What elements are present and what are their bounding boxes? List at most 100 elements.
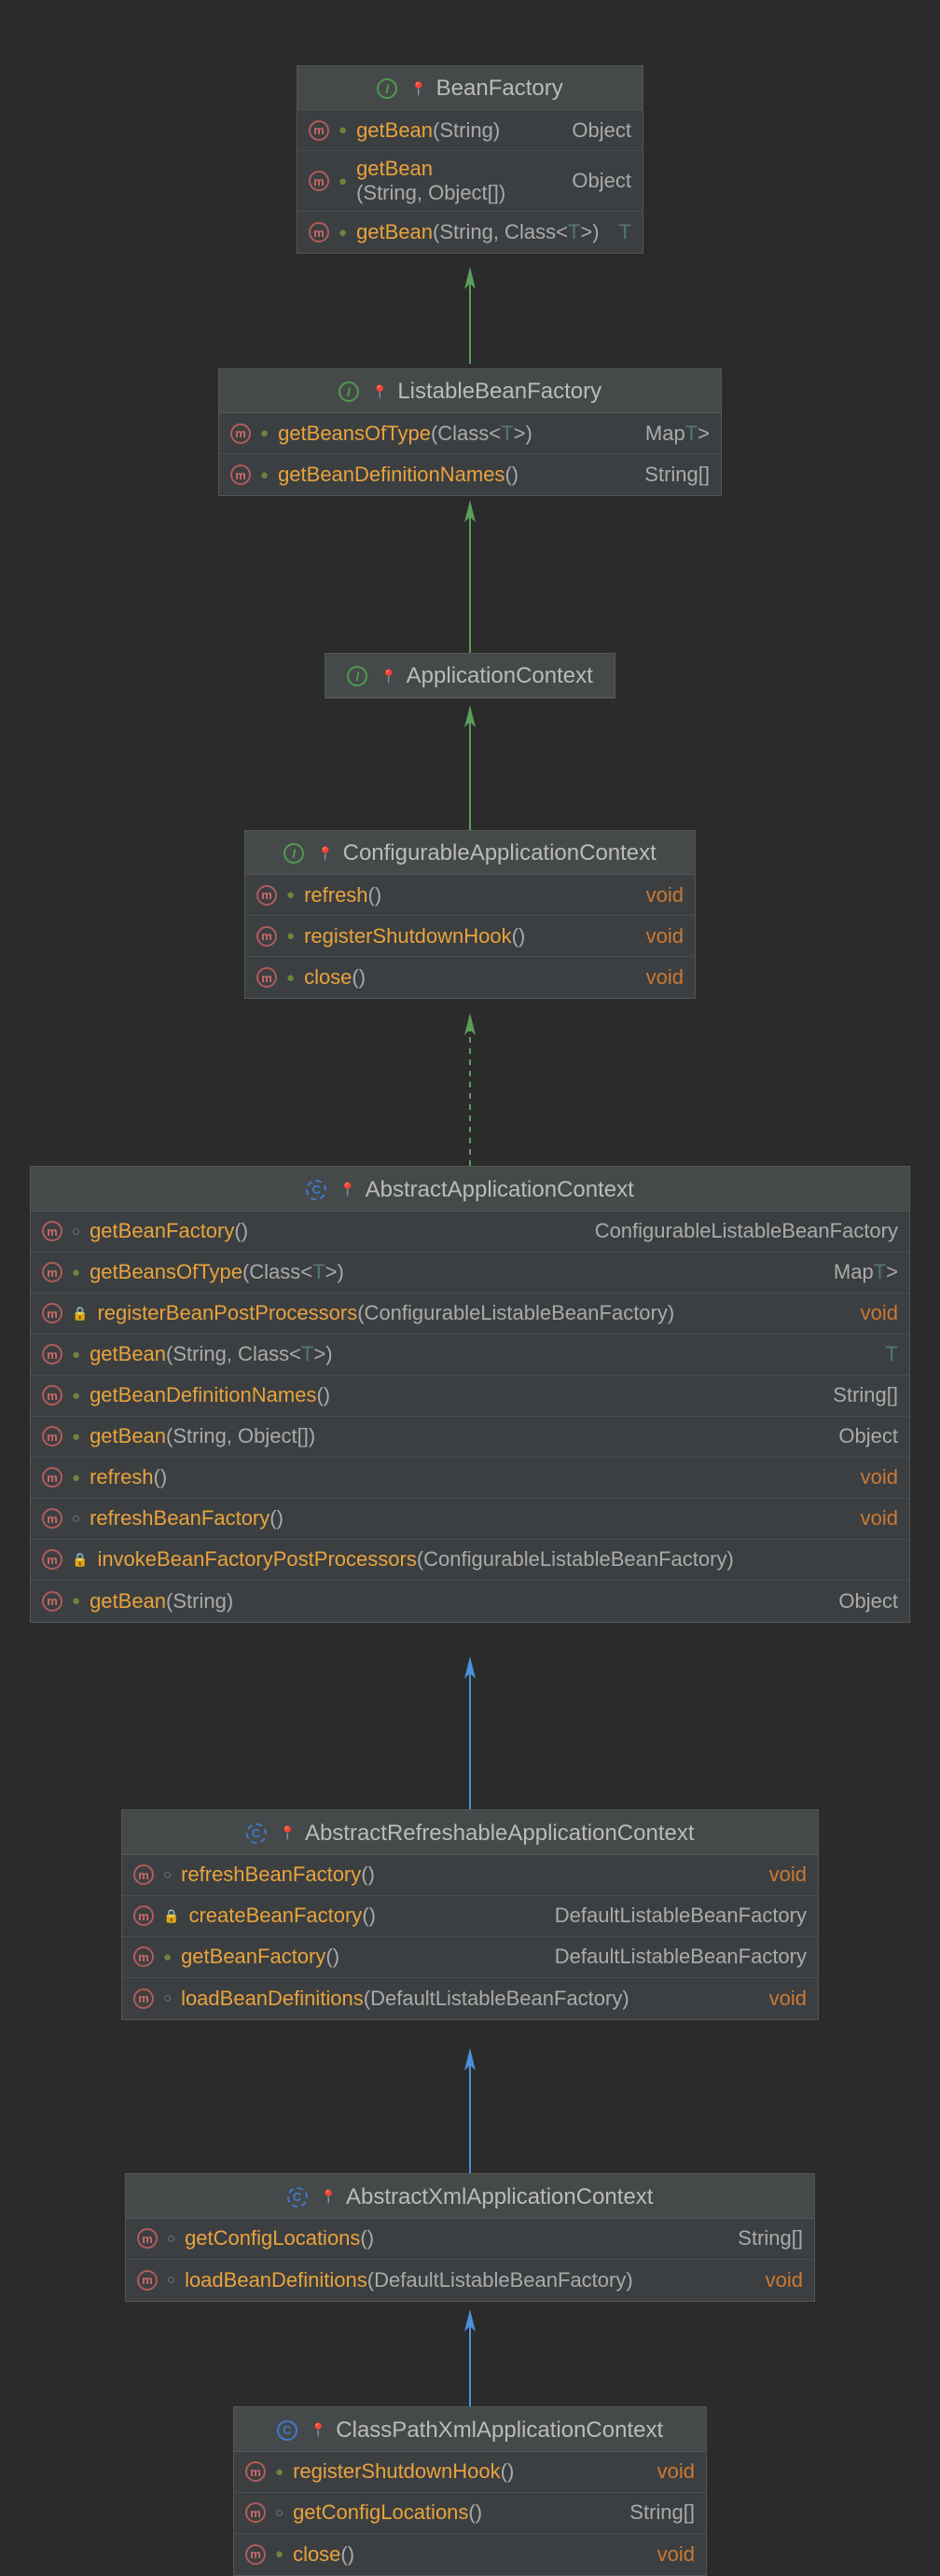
class-box-configurableapplicationcontext[interactable]: I📍ConfigurableApplicationContextmrefresh… bbox=[244, 830, 696, 999]
method-signature: getBean(String, Class<T>) bbox=[356, 220, 609, 244]
method-row[interactable]: mregisterShutdownHook()void bbox=[245, 916, 695, 957]
method-icon: m bbox=[309, 120, 329, 141]
method-return: void bbox=[657, 2459, 695, 2484]
method-return: void bbox=[769, 1987, 807, 2011]
method-icon: m bbox=[42, 1221, 62, 1241]
method-return: void bbox=[646, 883, 684, 907]
arrow-configurable-to-appctx bbox=[469, 709, 471, 830]
method-signature: refresh() bbox=[90, 1465, 851, 1489]
method-row[interactable]: mgetBeansOfType(Class<T>)MapT> bbox=[31, 1253, 909, 1294]
method-row[interactable]: m○loadBeanDefinitions(DefaultListableBea… bbox=[122, 1978, 818, 2019]
method-row[interactable]: mrefresh()void bbox=[245, 875, 695, 916]
method-signature: getBeanFactory() bbox=[90, 1219, 586, 1243]
method-return: DefaultListableBeanFactory bbox=[555, 1904, 807, 1928]
class-header: I📍BeanFactory bbox=[297, 66, 643, 110]
method-list: m○getConfigLocations()String[]m○loadBean… bbox=[126, 2219, 814, 2301]
method-row[interactable]: mclose()void bbox=[245, 957, 695, 998]
method-icon: m bbox=[133, 1864, 154, 1885]
class-header: I📍ApplicationContext bbox=[325, 654, 615, 698]
method-icon: m bbox=[133, 1988, 154, 2009]
method-return: void bbox=[861, 1301, 898, 1325]
method-return: void bbox=[657, 2542, 695, 2567]
public-modifier-icon bbox=[339, 225, 347, 241]
method-list: m getBeansOfType(Class<T>) MapT> mgetBeanDe… bbox=[219, 413, 721, 495]
method-return: void bbox=[646, 965, 684, 990]
method-icon: m bbox=[42, 1303, 62, 1323]
method-row[interactable]: mgetBeanFactory()DefaultListableBeanFact… bbox=[122, 1937, 818, 1978]
method-signature: getConfigLocations() bbox=[293, 2500, 620, 2525]
public-modifier-icon bbox=[163, 1949, 172, 1965]
method-row[interactable]: m○loadBeanDefinitions(DefaultListableBea… bbox=[126, 2260, 814, 2301]
method-row[interactable]: mgetBeanDefinitionNames()String[] bbox=[31, 1376, 909, 1417]
method-row[interactable]: mregisterShutdownHook()void bbox=[234, 2452, 706, 2493]
method-row[interactable]: mgetBean(String, Class<T>)T bbox=[31, 1335, 909, 1376]
method-row[interactable]: mgetBeanDefinitionNames()String[] bbox=[219, 454, 721, 495]
abstract-modifier-icon: ○ bbox=[163, 1867, 172, 1883]
method-icon: m bbox=[42, 1426, 62, 1447]
arrow-appctx-to-listable bbox=[469, 504, 471, 653]
public-modifier-icon bbox=[72, 1429, 80, 1445]
method-signature: getBeansOfType(Class<T>) bbox=[278, 422, 636, 446]
method-row[interactable]: m○refreshBeanFactory()void bbox=[31, 1499, 909, 1540]
method-row[interactable]: m○getBeanFactory()ConfigurableListableBe… bbox=[31, 1212, 909, 1253]
method-row[interactable]: mgetBean(String, Object[])Object bbox=[297, 151, 643, 212]
pin-icon: 📍 bbox=[311, 2422, 326, 2438]
class-box-classpathxmlapplicationcontext[interactable]: C📍ClassPathXmlApplicationContextmregiste… bbox=[233, 2406, 707, 2576]
class-title: ApplicationContext bbox=[407, 663, 593, 689]
method-icon: m bbox=[42, 1344, 62, 1364]
abstract-modifier-icon: ○ bbox=[72, 1224, 80, 1240]
method-row[interactable]: m🔒registerBeanPostProcessors(Configurabl… bbox=[31, 1294, 909, 1335]
method-row[interactable]: m🔒invokeBeanFactoryPostProcessors(Config… bbox=[31, 1540, 909, 1581]
method-signature: getBean(String) bbox=[90, 1589, 829, 1613]
class-box-abstractrefreshableapplicationcontext[interactable]: C📍AbstractRefreshableApplicationContextm… bbox=[121, 1809, 819, 2020]
method-row[interactable]: mrefresh()void bbox=[31, 1458, 909, 1499]
method-icon: m bbox=[42, 1591, 62, 1612]
method-row[interactable]: mclose()void bbox=[234, 2534, 706, 2575]
pin-icon: 📍 bbox=[317, 846, 333, 862]
public-modifier-icon bbox=[72, 1470, 80, 1486]
method-icon: m bbox=[42, 1262, 62, 1282]
method-row[interactable]: m○getConfigLocations()String[] bbox=[126, 2219, 814, 2260]
abstract-modifier-icon: ○ bbox=[163, 1990, 172, 2006]
method-return: String[] bbox=[738, 2226, 803, 2251]
method-return: Object bbox=[838, 1589, 898, 1613]
method-list: m○refreshBeanFactory()voidm🔒createBeanFa… bbox=[122, 1855, 818, 2019]
class-title: AbstractRefreshableApplicationContext bbox=[305, 1821, 695, 1847]
public-modifier-icon bbox=[286, 887, 295, 903]
method-row[interactable]: mgetBean(String)Object bbox=[297, 110, 643, 151]
method-return: MapT> bbox=[645, 422, 710, 446]
class-box-abstractxmlapplicationcontext[interactable]: C📍AbstractXmlApplicationContextm○getConf… bbox=[125, 2173, 815, 2302]
class-box-abstractapplicationcontext[interactable]: C📍AbstractApplicationContextm○getBeanFac… bbox=[30, 1166, 910, 1623]
class-icon: C bbox=[277, 2420, 297, 2441]
method-row[interactable]: m getBean(String) Object bbox=[31, 1581, 909, 1622]
class-box-listablebeanfactory[interactable]: I📍ListableBeanFactorymgetBeansOfType(Cla… bbox=[218, 368, 722, 496]
pin-icon: 📍 bbox=[372, 384, 388, 400]
method-return: Object bbox=[572, 169, 631, 193]
method-row[interactable]: m○refreshBeanFactory()void bbox=[122, 1855, 818, 1896]
method-row[interactable]: m○getConfigLocations()String[] bbox=[234, 2493, 706, 2534]
arrow-listable-to-beanfactory bbox=[469, 270, 471, 364]
method-list: m getBean(String) ObjectmgetBean(String, O… bbox=[297, 110, 643, 253]
method-signature: refresh() bbox=[304, 883, 637, 907]
method-icon: m bbox=[133, 1905, 154, 1926]
method-row[interactable]: m🔒createBeanFactory()DefaultListableBean… bbox=[122, 1896, 818, 1937]
method-signature: refreshBeanFactory() bbox=[90, 1506, 851, 1530]
pin-icon: 📍 bbox=[410, 81, 426, 97]
class-box-applicationcontext[interactable]: I📍ApplicationContext bbox=[325, 653, 615, 699]
method-icon: m bbox=[256, 926, 277, 947]
class-box-beanfactory[interactable]: I📍BeanFactorymgetBean(String)ObjectmgetB… bbox=[297, 65, 643, 254]
method-icon: m bbox=[230, 423, 251, 444]
interface-icon: I bbox=[283, 843, 304, 864]
class-header: C📍ClassPathXmlApplicationContext bbox=[234, 2407, 706, 2452]
public-modifier-icon bbox=[72, 1593, 80, 1609]
method-row[interactable]: m getBeansOfType(Class<T>) MapT> bbox=[219, 413, 721, 454]
method-row[interactable]: mgetBean(String, Class<T>)T bbox=[297, 212, 643, 253]
method-signature: registerShutdownHook() bbox=[304, 924, 637, 949]
method-icon: m bbox=[42, 1508, 62, 1529]
method-return: void bbox=[861, 1506, 898, 1530]
method-signature: getBean(String) bbox=[356, 118, 562, 143]
public-modifier-icon bbox=[339, 173, 347, 189]
method-signature: getBean(String, Class<T>) bbox=[90, 1342, 876, 1366]
method-row[interactable]: mgetBean(String, Object[])Object bbox=[31, 1417, 909, 1458]
protected-modifier-icon: 🔒 bbox=[72, 1552, 88, 1568]
